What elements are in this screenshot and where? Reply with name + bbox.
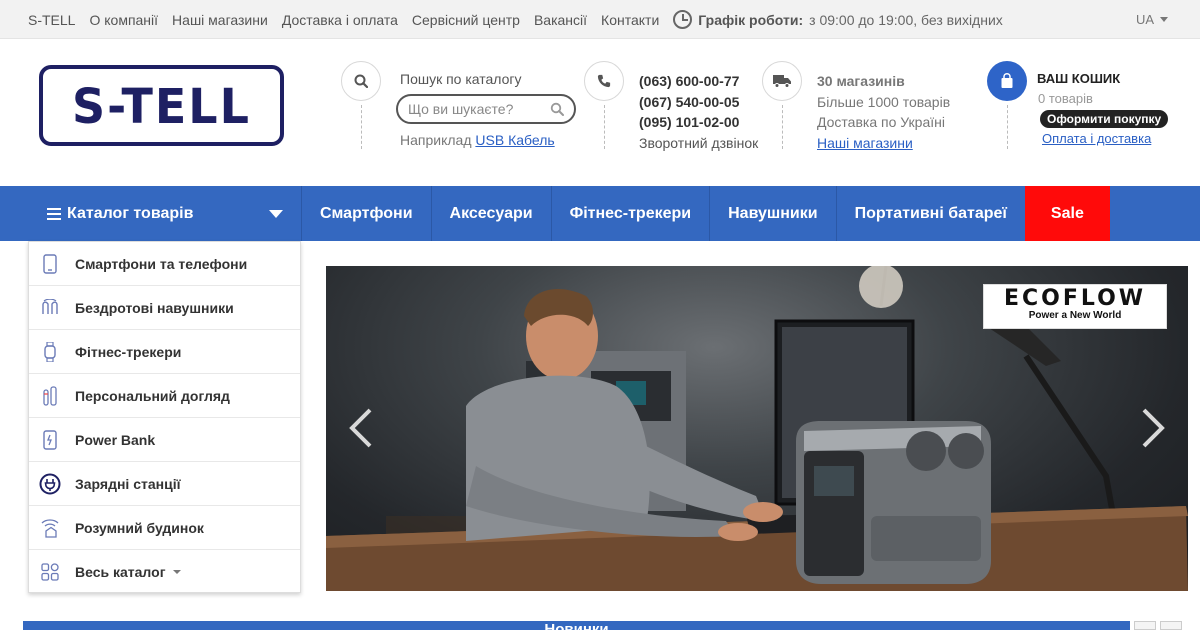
phone-icon xyxy=(584,61,624,101)
nav-tabs: Смартфони Аксесуари Фітнес-трекери Навуш… xyxy=(301,186,1110,241)
catalog-item-label: Power Bank xyxy=(75,431,156,448)
phone-number-3[interactable]: (095) 101-02-00 xyxy=(639,112,758,133)
ecoflow-tagline: Power a New World xyxy=(1028,310,1122,321)
catalog-button[interactable]: Каталог товарів xyxy=(28,186,300,241)
divider xyxy=(782,105,783,149)
divider xyxy=(361,105,362,149)
catalog-item-label: Розумний будинок xyxy=(75,519,204,536)
ecoflow-logo: ECOFLOW Power a New World xyxy=(983,284,1167,329)
top-links: S-TELL О компанії Наші магазини Доставка… xyxy=(28,0,1003,39)
nav-tab-headphones[interactable]: Навушники xyxy=(709,186,835,241)
stores-info: 30 магазинів Більше 1000 товарів Доставк… xyxy=(817,71,950,153)
search-circle-icon xyxy=(341,61,381,101)
payment-delivery-link[interactable]: Оплата і доставка xyxy=(1042,131,1151,146)
new-products-header: Новинки xyxy=(23,621,1130,630)
top-link-service[interactable]: Сервісний центр xyxy=(412,12,520,28)
carousel-prev-button[interactable] xyxy=(1134,621,1156,630)
catalog-item-all[interactable]: Весь каталог xyxy=(29,550,300,594)
phone-number-2[interactable]: (067) 540-00-05 xyxy=(639,92,758,113)
catalog-item-fitness-trackers[interactable]: Фітнес-трекери xyxy=(29,330,300,374)
catalog-item-smartphones[interactable]: Смартфони та телефони xyxy=(29,242,300,286)
search-label: Пошук по каталогу xyxy=(400,71,522,87)
nav-tab-sale[interactable]: Sale xyxy=(1024,186,1110,241)
divider xyxy=(604,105,605,149)
catalog-item-label: Бездротові навушники xyxy=(75,299,234,316)
top-link-stores[interactable]: Наші магазини xyxy=(172,12,268,28)
phone-number-1[interactable]: (063) 600-00-77 xyxy=(639,71,758,92)
ecoflow-brand: ECOFLOW xyxy=(1003,286,1147,311)
catalog-item-charging-stations[interactable]: Зарядні станції xyxy=(29,462,300,506)
catalog-item-label: Персональний догляд xyxy=(75,387,230,404)
truck-icon xyxy=(762,61,802,101)
logo-text: S-TELL xyxy=(72,77,251,134)
stores-link[interactable]: Наші магазини xyxy=(817,133,950,154)
divider xyxy=(1007,105,1008,149)
catalog-item-label: Фітнес-трекери xyxy=(75,343,182,360)
language-selector[interactable]: UA xyxy=(1136,0,1168,39)
chevron-down-icon xyxy=(172,570,181,574)
top-link-contacts[interactable]: Контакти xyxy=(601,12,659,28)
search-example-prefix: Наприклад xyxy=(400,132,472,148)
cart-title: ВАШ КОШИК xyxy=(1037,71,1121,86)
carousel-next-button[interactable] xyxy=(1160,621,1182,630)
checkout-button[interactable]: Оформити покупку xyxy=(1040,110,1169,128)
clock-icon xyxy=(673,10,693,29)
smartphone-icon xyxy=(39,253,61,275)
nav-tab-power-banks[interactable]: Портативні батареї xyxy=(835,186,1025,241)
language-label: UA xyxy=(1135,12,1154,27)
nav-tab-smartphones[interactable]: Смартфони xyxy=(301,186,431,241)
stores-count: 30 магазинів xyxy=(817,73,905,89)
power-bank-icon xyxy=(39,429,61,451)
catalog-menu: Смартфони та телефони Бездротові навушни… xyxy=(28,241,301,593)
nav-tab-fitness-trackers[interactable]: Фітнес-трекери xyxy=(550,186,710,241)
catalog-item-label: Смартфони та телефони xyxy=(75,255,248,272)
catalog-item-label: Зарядні станції xyxy=(75,475,181,492)
catalog-item-power-bank[interactable]: Power Bank xyxy=(29,418,300,462)
search-box xyxy=(396,94,576,124)
stores-delivery: Доставка по Україні xyxy=(817,114,945,130)
search-input[interactable] xyxy=(408,101,538,117)
charging-station-icon xyxy=(39,473,61,495)
cart-count: 0 товарів xyxy=(1038,91,1093,106)
fitness-tracker-icon xyxy=(39,341,61,363)
top-link-delivery[interactable]: Доставка і оплата xyxy=(282,12,398,28)
working-hours: Графік роботи: з 09:00 до 19:00, без вих… xyxy=(673,10,1003,29)
callback-link[interactable]: Зворотний дзвінок xyxy=(639,133,758,154)
search-example: Наприклад USB Кабель xyxy=(400,132,555,148)
top-link-home[interactable]: S-TELL xyxy=(28,12,75,28)
catalog-label: Каталог товарів xyxy=(67,204,194,222)
chevron-down-icon xyxy=(1160,17,1168,22)
smart-home-icon xyxy=(39,517,61,539)
catalog-item-smart-home[interactable]: Розумний будинок xyxy=(29,506,300,550)
main-nav: Каталог товарів Смартфони Аксесуари Фітн… xyxy=(0,186,1200,241)
working-hours-label: Графік роботи: xyxy=(698,11,804,28)
top-bar: S-TELL О компанії Наші магазини Доставка… xyxy=(0,0,1200,39)
stores-products: Більше 1000 товарів xyxy=(817,93,951,110)
grid-icon xyxy=(39,561,61,583)
personal-care-icon xyxy=(39,385,61,407)
search-icon[interactable] xyxy=(550,102,564,116)
menu-icon xyxy=(47,207,61,220)
chevron-down-icon xyxy=(269,210,283,218)
phone-list: (063) 600-00-77 (067) 540-00-05 (095) 10… xyxy=(639,71,758,153)
hero-banner[interactable]: ECOFLOW Power a New World xyxy=(326,266,1188,591)
search-example-link[interactable]: USB Кабель xyxy=(475,132,554,148)
top-link-about[interactable]: О компанії xyxy=(89,12,158,28)
shopping-bag-icon[interactable] xyxy=(987,61,1027,101)
top-link-jobs[interactable]: Вакансії xyxy=(534,12,587,28)
chevron-left-icon[interactable] xyxy=(346,406,376,450)
catalog-item-earbuds[interactable]: Бездротові навушники xyxy=(29,286,300,330)
site-logo[interactable]: S-TELL xyxy=(39,65,284,146)
catalog-item-label: Весь каталог xyxy=(75,564,166,580)
catalog-item-personal-care[interactable]: Персональний догляд xyxy=(29,374,300,418)
nav-tab-accessories[interactable]: Аксесуари xyxy=(430,186,551,241)
section-title: Новинки xyxy=(544,621,609,630)
working-hours-value: з 09:00 до 19:00, без вихідних xyxy=(809,11,1003,28)
chevron-right-icon[interactable] xyxy=(1138,406,1168,450)
earbuds-icon xyxy=(39,297,61,319)
